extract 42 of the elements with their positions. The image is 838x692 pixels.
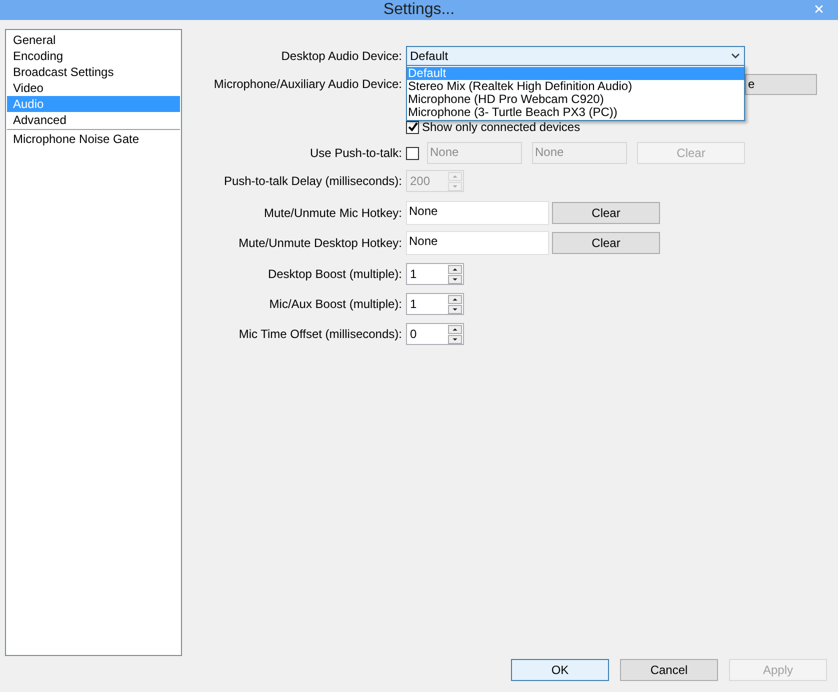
sidebar-item[interactable]: Encoding	[7, 48, 180, 64]
sidebar-item[interactable]: General	[7, 32, 180, 48]
field-label: Desktop Boost (multiple):	[268, 267, 402, 281]
chevron-down-icon	[731, 53, 740, 59]
spin-up-icon[interactable]	[448, 324, 462, 334]
dropdown-option[interactable]: Microphone (3- Turtle Beach PX3 (PC))	[407, 106, 744, 119]
field-label: Use Push-to-talk:	[310, 146, 402, 160]
spin-down-icon[interactable]	[448, 274, 462, 284]
field-label: Mute/Unmute Desktop Hotkey:	[238, 236, 402, 250]
dropdown-option[interactable]: Stereo Mix (Realtek High Definition Audio)	[407, 80, 744, 93]
spin-down-icon[interactable]	[448, 304, 462, 314]
sidebar-item[interactable]: Advanced	[7, 112, 180, 128]
number-field[interactable]: 1	[406, 263, 464, 285]
close-icon	[813, 3, 825, 15]
dropdown-option[interactable]: Microphone (HD Pro Webcam C920)	[407, 93, 744, 106]
hotkey-field[interactable]: None	[406, 201, 549, 225]
sidebar-item[interactable]: Microphone Noise Gate	[7, 131, 180, 147]
clear-button[interactable]: Clear	[552, 202, 660, 224]
checkbox[interactable]	[406, 146, 419, 160]
spin-up-icon[interactable]	[448, 264, 462, 274]
field-label: Mute/Unmute Mic Hotkey:	[264, 206, 402, 220]
number-field[interactable]: 1	[406, 293, 464, 315]
sidebar-item[interactable]: Broadcast Settings	[7, 64, 180, 80]
checkmark-icon	[408, 122, 418, 132]
sidebar-item[interactable]: Video	[7, 80, 180, 96]
field-label: Mic Time Offset (milliseconds):	[238, 327, 402, 341]
checkbox-label: Show only connected devices	[422, 119, 580, 136]
field-label: Microphone/Auxiliary Audio Device:	[214, 77, 402, 91]
spin-up-icon[interactable]	[448, 294, 462, 304]
window-title: Settings...	[383, 0, 455, 20]
device-dropdown[interactable]: Default	[406, 46, 745, 66]
field-label: Push-to-talk Delay (milliseconds):	[224, 174, 402, 188]
checkbox[interactable]	[406, 120, 419, 134]
spin-down-icon[interactable]	[448, 334, 462, 344]
clear-button[interactable]: Clear	[552, 232, 660, 254]
hotkey-field[interactable]: None	[406, 231, 549, 255]
dialog-button[interactable]: Cancel	[620, 659, 718, 681]
field-label: Mic/Aux Boost (multiple):	[269, 297, 402, 311]
device-button[interactable]: e	[745, 74, 817, 94]
number-field[interactable]: 0	[406, 323, 464, 345]
dialog-button[interactable]: OK	[511, 659, 609, 681]
field-label: Desktop Audio Device:	[281, 49, 402, 63]
